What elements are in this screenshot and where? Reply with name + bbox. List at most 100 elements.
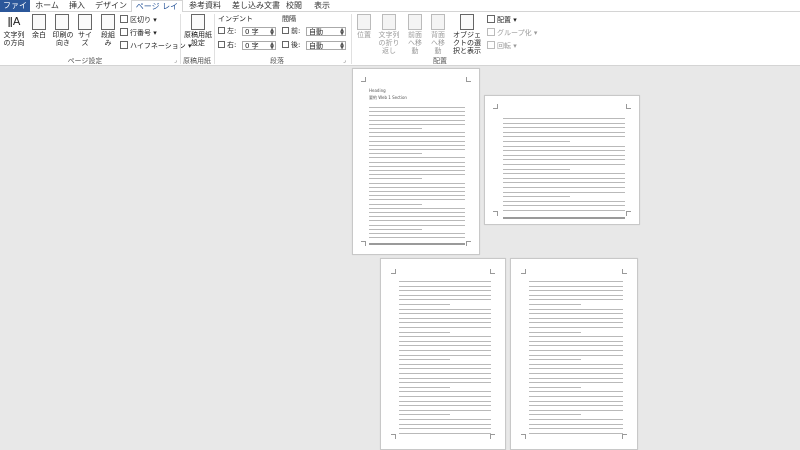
text-line <box>503 159 625 161</box>
crop-mark <box>622 269 627 274</box>
position-button[interactable]: 位置 <box>354 14 374 39</box>
text-line <box>503 177 625 179</box>
page-setup-group-label: ページ設定 <box>67 57 103 65</box>
tab-home[interactable]: ホーム <box>32 0 62 12</box>
spacing-after-input[interactable]: 自動 ▲ ▼ <box>306 41 346 51</box>
text-line <box>503 141 571 142</box>
text-line <box>369 220 465 222</box>
text-line <box>369 119 465 121</box>
document-page[interactable] <box>484 95 640 225</box>
crop-mark <box>626 104 631 109</box>
text-line <box>529 317 623 319</box>
text-line <box>529 368 623 370</box>
text-line <box>369 157 465 159</box>
crop-mark <box>493 104 498 109</box>
line-numbers-button[interactable]: 行番号 ▾ <box>120 28 157 38</box>
text-line <box>369 149 465 150</box>
bring-forward-button[interactable]: 前面へ移動 <box>405 14 425 55</box>
margins-button[interactable]: 余白 <box>30 14 48 39</box>
send-backward-icon <box>431 14 445 30</box>
text-line <box>399 331 450 333</box>
text-line <box>503 191 625 193</box>
text-line <box>369 195 465 197</box>
text-line <box>529 373 623 374</box>
text-line <box>399 340 491 342</box>
selection-pane-button[interactable]: オブジェクトの選択と表示 <box>451 14 483 55</box>
position-icon <box>357 14 371 30</box>
align-label: 配置 <box>497 16 511 24</box>
text-line <box>529 336 623 338</box>
rotate-button[interactable]: 回転 ▾ <box>487 41 517 51</box>
text-line <box>529 304 581 305</box>
tab-references[interactable]: 参考資料 <box>188 0 222 12</box>
wrap-text-icon <box>382 14 396 30</box>
crop-mark <box>361 77 366 82</box>
breaks-label: 区切り <box>130 16 151 24</box>
text-line <box>529 340 623 342</box>
columns-button[interactable]: 段組み <box>98 14 118 47</box>
text-line <box>369 228 422 230</box>
paragraph-launcher-icon[interactable]: ⌟ <box>343 57 346 64</box>
spacing-after-label: 後: <box>282 41 300 50</box>
crop-mark <box>361 241 366 246</box>
text-line <box>399 373 491 374</box>
columns-label: 段組み <box>101 31 115 47</box>
size-button[interactable]: サイズ <box>76 14 94 47</box>
breaks-icon <box>120 15 128 23</box>
page-footer-rule <box>503 217 625 219</box>
text-line <box>529 322 623 324</box>
manuscript-settings-button[interactable]: 原稿用紙設定 <box>184 14 212 47</box>
tab-mailings[interactable]: 差し込み文書 <box>230 0 282 12</box>
indent-header: インデント <box>218 15 253 23</box>
manuscript-icon <box>191 14 205 30</box>
page-subtitle: 要約 Web 1 Section <box>369 95 407 100</box>
text-line <box>529 345 623 347</box>
align-button[interactable]: 配置 ▾ <box>487 15 517 25</box>
text-line <box>503 173 625 175</box>
line-numbers-icon <box>120 28 128 36</box>
text-line <box>399 428 491 430</box>
crop-mark <box>466 241 471 246</box>
indent-left-input[interactable]: 0 字 ▲ ▼ <box>242 27 276 37</box>
text-line <box>399 285 491 287</box>
send-backward-button[interactable]: 背面へ移動 <box>428 14 448 55</box>
wrap-text-button[interactable]: 文字列の折り返し <box>376 14 402 55</box>
orientation-button[interactable]: 印刷の向き <box>52 14 74 47</box>
spacing-after-icon <box>282 41 289 48</box>
document-page[interactable] <box>510 258 638 450</box>
tab-view[interactable]: 表示 <box>312 0 332 12</box>
text-line <box>529 423 623 425</box>
spacing-before-input[interactable]: 自動 ▲ ▼ <box>306 27 346 37</box>
rotate-label: 回転 <box>497 42 511 50</box>
tab-file[interactable]: ファイル <box>0 0 30 22</box>
indent-right-input[interactable]: 0 字 ▲ ▼ <box>242 41 276 51</box>
text-direction-button[interactable]: ǁA 文字列の方向 <box>2 14 26 47</box>
indent-left-label: 左: <box>218 27 236 36</box>
rotate-icon <box>487 41 495 49</box>
text-line <box>369 165 465 167</box>
margins-label: 余白 <box>32 31 46 39</box>
spin-arrows-icon: ▲ ▼ <box>270 41 274 51</box>
tab-review[interactable]: 校閲 <box>284 0 304 12</box>
document-page[interactable] <box>380 258 506 450</box>
tab-insert[interactable]: 挿入 <box>64 0 90 12</box>
indent-right-icon <box>218 41 225 48</box>
text-line <box>529 391 623 393</box>
text-line <box>399 405 491 407</box>
spin-arrows-icon: ▲ ▼ <box>340 41 344 51</box>
group-button[interactable]: グループ化 ▾ <box>487 28 537 38</box>
text-line <box>529 432 623 434</box>
document-page[interactable]: Heading 要約 Web 1 Section <box>352 68 480 255</box>
page-setup-launcher-icon[interactable]: ⌟ <box>174 57 177 64</box>
text-line <box>399 363 491 365</box>
crop-mark <box>622 434 627 439</box>
text-line <box>369 199 465 201</box>
text-line <box>399 354 491 356</box>
text-line <box>529 327 623 328</box>
text-line <box>399 345 491 347</box>
text-line <box>529 400 623 402</box>
breaks-button[interactable]: 区切り ▾ <box>120 15 157 25</box>
text-line <box>399 368 491 370</box>
document-area[interactable]: Heading 要約 Web 1 Section <box>0 67 800 450</box>
tab-design[interactable]: デザイン <box>94 0 128 12</box>
